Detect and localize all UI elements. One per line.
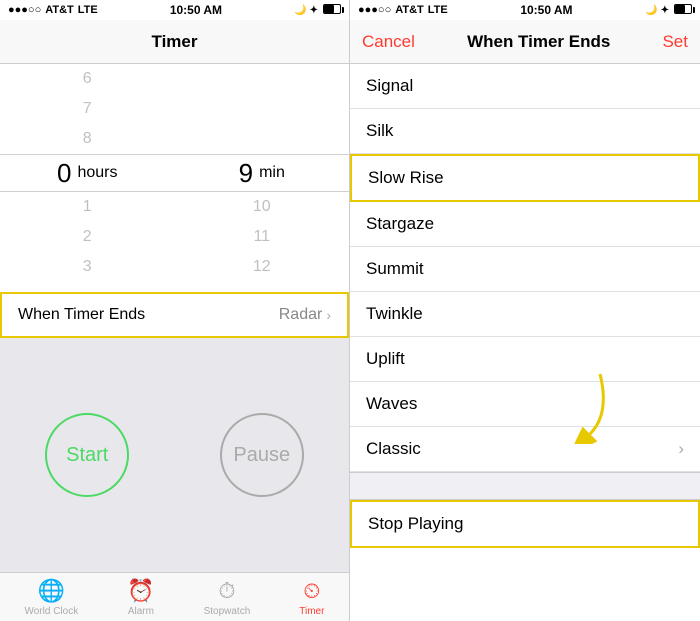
classic-chevron: ›	[678, 439, 684, 459]
min-selected-row: 9 min	[175, 154, 350, 192]
stop-playing-section: Stop Playing	[350, 472, 700, 548]
tab-bar: 🌐 World Clock ⏰ Alarm ⏱ Stopwatch ⏲ Time…	[0, 572, 349, 621]
list-item-uplift[interactable]: Uplift	[350, 337, 700, 382]
min-below-3: 12	[175, 252, 350, 282]
chevron-icon: ›	[326, 307, 331, 323]
when-timer-ends-title: When Timer Ends	[467, 32, 610, 52]
twinkle-label: Twinkle	[366, 304, 423, 324]
when-timer-value: Radar ›	[279, 306, 331, 324]
status-icons-right: 🌙 ✦	[645, 4, 692, 17]
moon-icon-right: 🌙	[645, 5, 657, 16]
ringtone-list: Signal Silk Slow Rise Stargaze Summit Tw…	[350, 64, 700, 621]
section-divider	[350, 472, 700, 500]
list-item-waves[interactable]: Waves	[350, 382, 700, 427]
hours-picker[interactable]: 6 7 8 0 hours 1 2 3	[0, 64, 175, 282]
uplift-label: Uplift	[366, 349, 405, 369]
list-item-slow-rise[interactable]: Slow Rise	[350, 154, 700, 202]
min-above-1	[175, 64, 350, 94]
stopwatch-icon: ⏱	[218, 578, 235, 604]
classic-label: Classic	[366, 439, 421, 459]
status-time-left: 10:50 AM	[170, 3, 222, 17]
network-right: LTE	[428, 4, 448, 16]
signal-dots-right: ●●●○○	[358, 4, 391, 16]
hours-above-1: 6	[0, 64, 175, 94]
world-clock-icon: 🌐	[38, 578, 65, 604]
signal-label: Signal	[366, 76, 413, 96]
when-timer-ends-row[interactable]: When Timer Ends Radar ›	[0, 292, 349, 338]
timer-label: Timer	[299, 606, 324, 617]
list-item-signal[interactable]: Signal	[350, 64, 700, 109]
list-item-summit[interactable]: Summit	[350, 247, 700, 292]
alarm-icon: ⏰	[127, 578, 154, 604]
status-icons-left: 🌙 ✦	[294, 4, 341, 17]
right-panel: ●●●○○ AT&T LTE 10:50 AM 🌙 ✦ Cancel When …	[350, 0, 700, 621]
cancel-button[interactable]: Cancel	[362, 32, 415, 52]
list-item-classic[interactable]: Classic ›	[350, 427, 700, 472]
stop-playing-item[interactable]: Stop Playing	[350, 500, 700, 548]
list-item-silk[interactable]: Silk	[350, 109, 700, 154]
hours-below-1: 1	[0, 192, 175, 222]
minutes-picker[interactable]: 9 min 10 11 12	[175, 64, 350, 282]
slow-rise-label: Slow Rise	[368, 168, 444, 188]
battery-left	[321, 4, 341, 17]
when-timer-current: Radar	[279, 306, 323, 324]
world-clock-label: World Clock	[24, 606, 78, 617]
waves-label: Waves	[366, 394, 417, 414]
carrier-right-label: AT&T	[395, 4, 424, 16]
nav-bar-right: Cancel When Timer Ends Set	[350, 20, 700, 64]
list-item-stargaze[interactable]: Stargaze	[350, 202, 700, 247]
list-item-twinkle[interactable]: Twinkle	[350, 292, 700, 337]
hours-above-2: 7	[0, 94, 175, 124]
when-timer-label: When Timer Ends	[18, 306, 145, 324]
hours-below-3: 3	[0, 252, 175, 282]
picker-full: 6 7 8 0 hours 1 2 3 9 min	[0, 64, 349, 282]
page-title-left: Timer	[152, 32, 198, 52]
buttons-area: Start Pause	[0, 338, 349, 572]
moon-icon: 🌙	[294, 5, 306, 16]
min-value: 9	[239, 158, 253, 189]
stargaze-label: Stargaze	[366, 214, 434, 234]
stop-playing-label: Stop Playing	[368, 514, 463, 533]
picker-area[interactable]: 6 7 8 0 hours 1 2 3 9 min	[0, 64, 349, 572]
status-bar-left: ●●●○○ AT&T LTE 10:50 AM 🌙 ✦	[0, 0, 349, 20]
alarm-label: Alarm	[128, 606, 154, 617]
carrier-info: ●●●○○ AT&T LTE	[8, 4, 98, 16]
hours-selected-row: 0 hours	[0, 154, 175, 192]
hours-above-3: 8	[0, 124, 175, 154]
silk-label: Silk	[366, 121, 393, 141]
carrier-right: ●●●○○ AT&T LTE	[358, 4, 448, 16]
hours-value: 0	[57, 158, 71, 189]
timer-tab[interactable]: ⏲ Timer	[299, 578, 324, 617]
status-time-right: 10:50 AM	[520, 3, 572, 17]
signal-dots: ●●●○○	[8, 4, 41, 16]
bluetooth-icon: ✦	[310, 5, 318, 16]
carrier: AT&T	[45, 4, 74, 16]
left-panel: ●●●○○ AT&T LTE 10:50 AM 🌙 ✦ Timer 6 7 8 …	[0, 0, 350, 621]
nav-bar-left: Timer	[0, 20, 349, 64]
timer-icon: ⏲	[303, 578, 320, 604]
summit-label: Summit	[366, 259, 424, 279]
network-type: LTE	[78, 4, 98, 16]
min-above-2	[175, 94, 350, 124]
start-button[interactable]: Start	[45, 413, 129, 497]
hours-label: hours	[77, 164, 117, 182]
hours-below-2: 2	[0, 222, 175, 252]
set-button[interactable]: Set	[662, 32, 688, 52]
pause-button[interactable]: Pause	[220, 413, 304, 497]
min-above-3	[175, 124, 350, 154]
min-below-1: 10	[175, 192, 350, 222]
alarm-tab[interactable]: ⏰ Alarm	[127, 578, 154, 617]
stopwatch-tab[interactable]: ⏱ Stopwatch	[204, 578, 251, 617]
battery-right	[672, 4, 692, 17]
min-label: min	[259, 164, 285, 182]
status-bar-right: ●●●○○ AT&T LTE 10:50 AM 🌙 ✦	[350, 0, 700, 20]
bluetooth-icon-right: ✦	[661, 5, 669, 16]
stopwatch-label: Stopwatch	[204, 606, 251, 617]
min-below-2: 11	[175, 222, 350, 252]
world-clock-tab[interactable]: 🌐 World Clock	[24, 578, 78, 617]
